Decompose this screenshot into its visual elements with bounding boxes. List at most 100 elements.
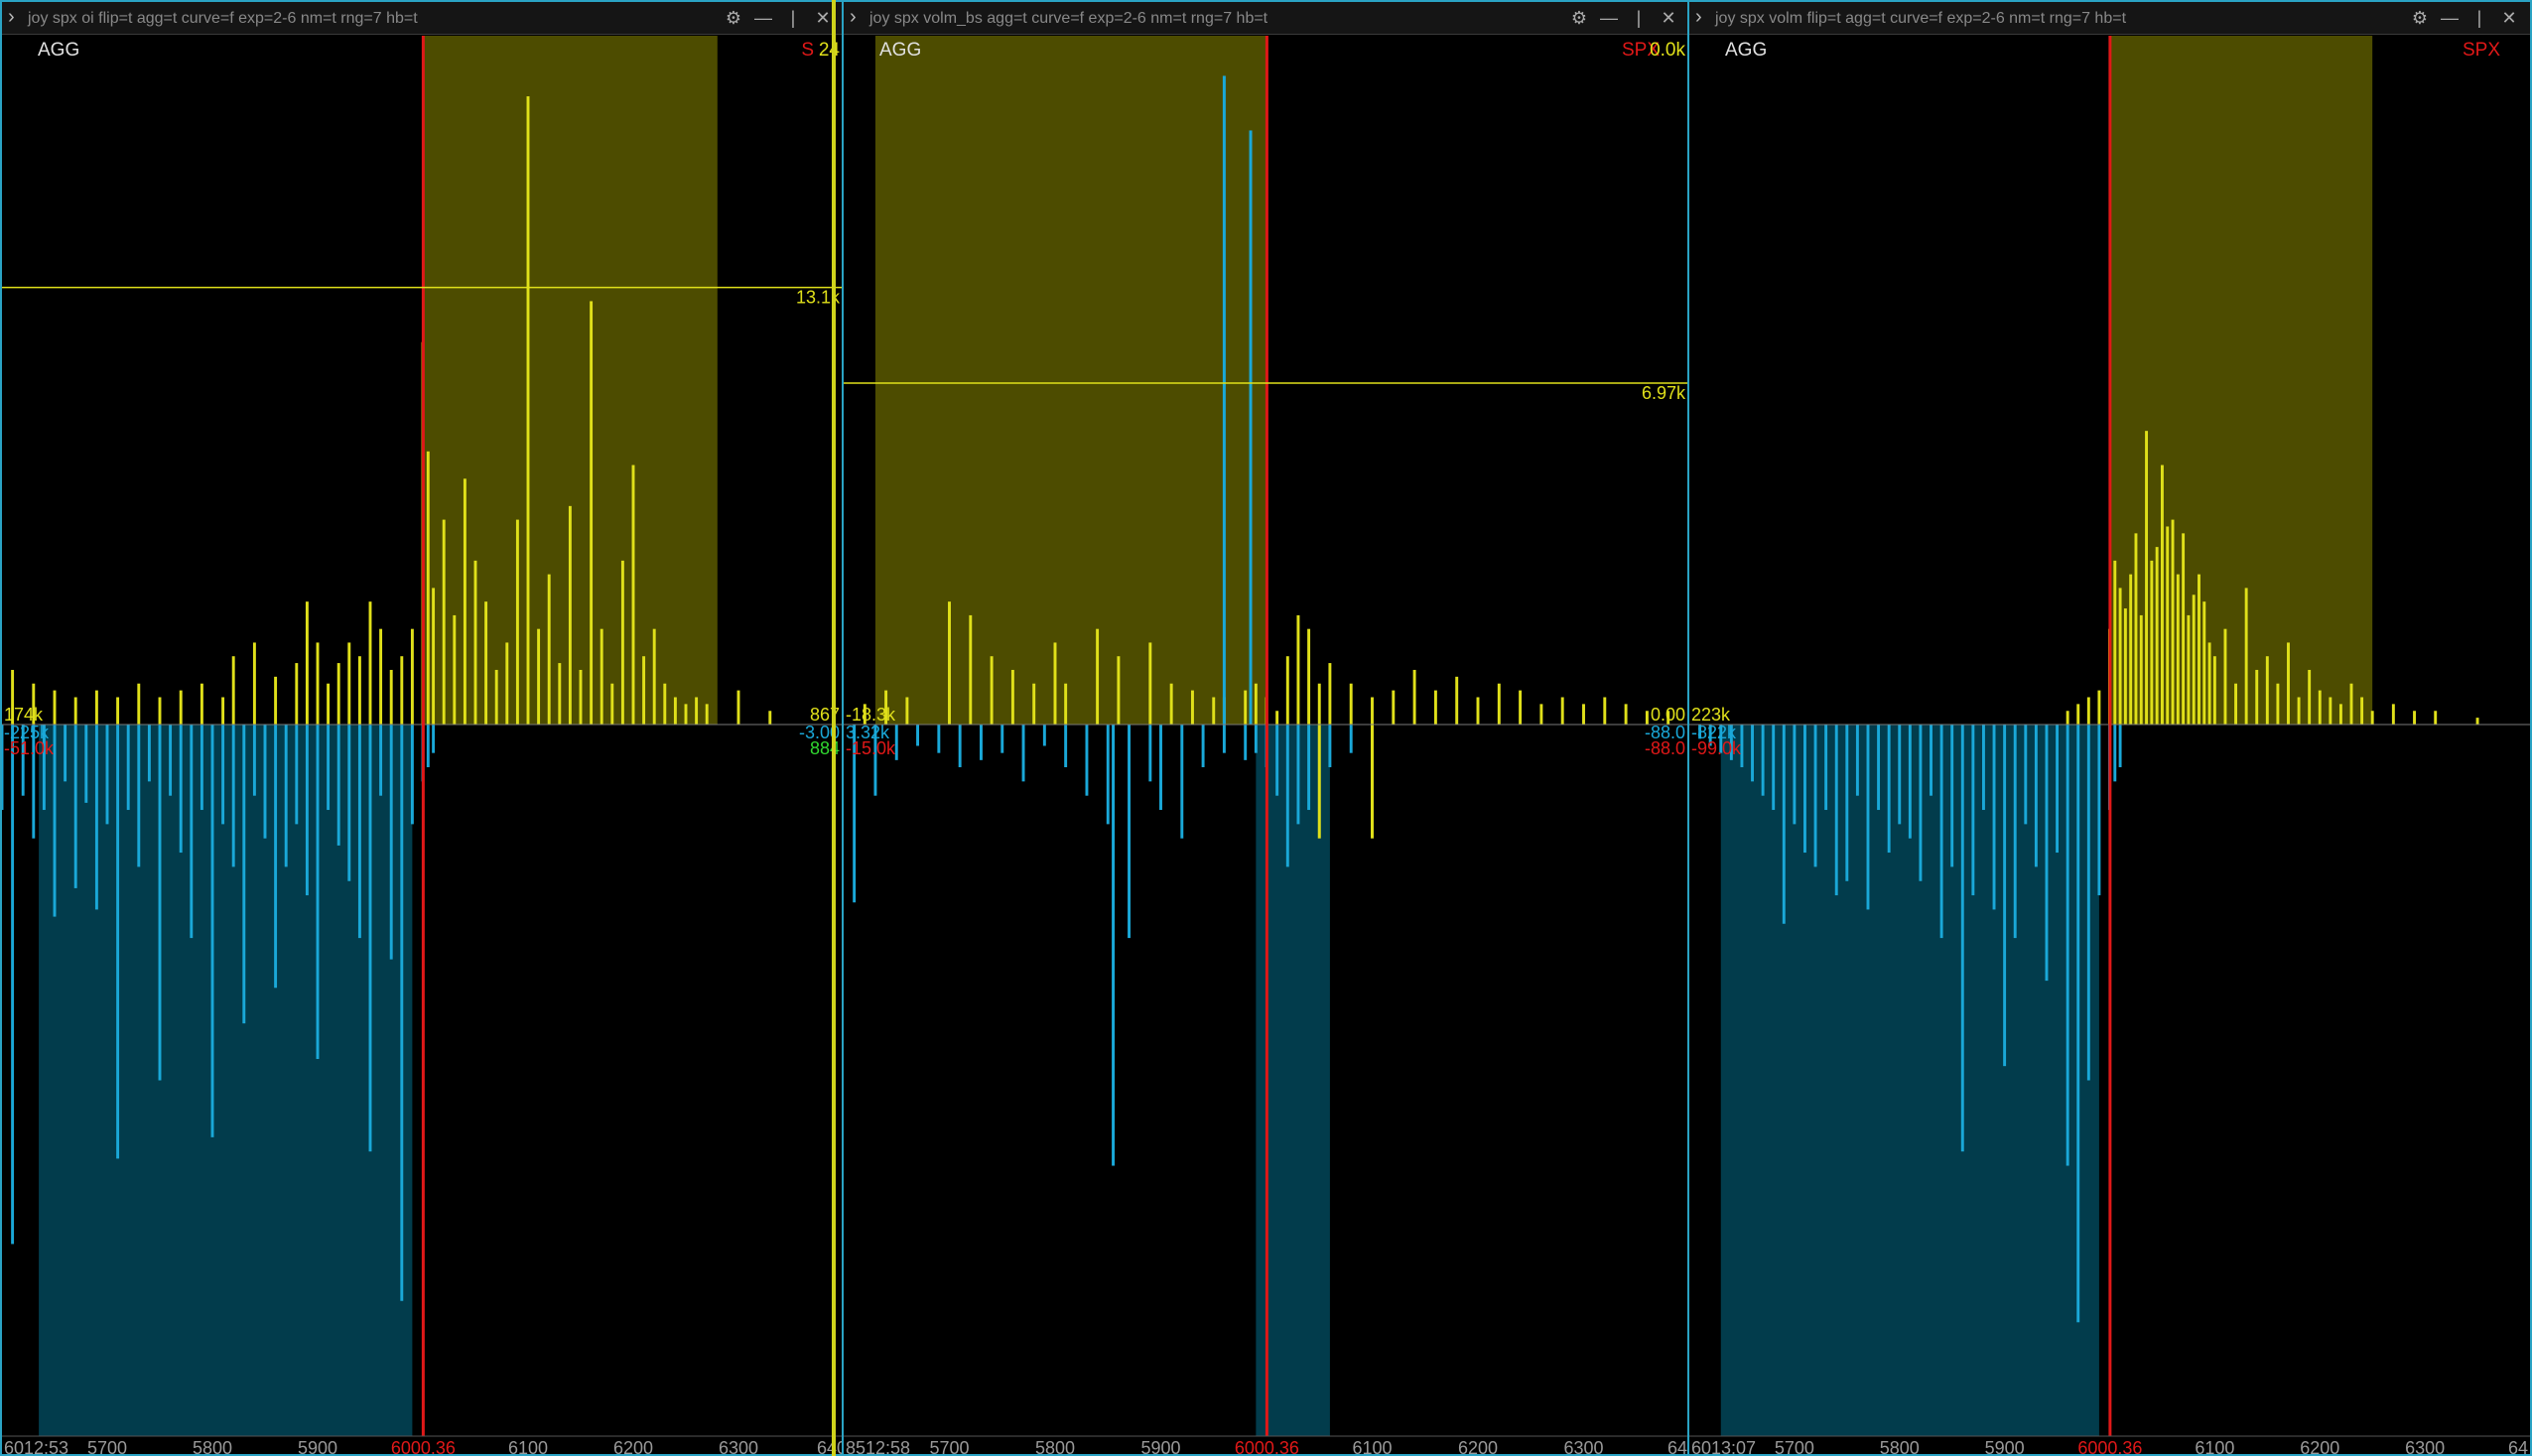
yellow-bar [969, 614, 973, 725]
cyan-bar [2097, 725, 2101, 896]
cyan-bar [147, 725, 151, 782]
price-marker-label: 6000.36 [1235, 1438, 1299, 1456]
yellow-bar [600, 628, 603, 725]
chevron-right-icon[interactable]: › [1695, 6, 1702, 29]
cyan-bar [158, 725, 162, 1081]
yellow-bar [494, 669, 498, 725]
yellow-bar [200, 683, 203, 725]
yellow-bar [2255, 669, 2259, 725]
yellow-bar [1169, 683, 1173, 725]
minimize-icon[interactable]: — [2437, 5, 2463, 31]
cyan-bar [1866, 725, 1870, 910]
yellow-bar [2234, 683, 2238, 725]
cyan-bar [137, 725, 141, 867]
yellow-bar [347, 642, 351, 725]
gear-icon[interactable]: ⚙ [2407, 5, 2433, 31]
yellow-bar [2182, 533, 2186, 725]
yellow-bar [252, 642, 256, 725]
cyan-bar [316, 725, 320, 1059]
yellow-bar [463, 478, 466, 725]
split-icon[interactable]: | [2466, 5, 2492, 31]
cyan-bar [400, 725, 404, 1301]
cyan-bar [958, 725, 962, 768]
yellow-bar [2134, 533, 2138, 725]
x-tick-label: 6300 [2405, 1438, 2445, 1456]
chevron-right-icon[interactable]: › [850, 6, 857, 29]
cyan-bar [179, 725, 183, 854]
cyan-bar [1834, 725, 1838, 896]
split-icon[interactable]: | [1626, 5, 1652, 31]
x-tick-label: 5800 [1880, 1438, 1920, 1456]
yellow-bar [1285, 656, 1289, 725]
split-icon[interactable]: | [780, 5, 806, 31]
yellow-bar [2391, 704, 2395, 725]
cyan-bar [1939, 725, 1943, 939]
minimize-icon[interactable]: — [750, 5, 776, 31]
yellow-bar [1148, 642, 1152, 725]
x-tick-label: 6200 [613, 1438, 653, 1456]
yellow-bar [1603, 697, 1607, 725]
agg-label: AGG [38, 40, 79, 61]
lower-range-band [39, 725, 413, 1436]
cyan-bar [1296, 725, 1300, 825]
panel-title[interactable]: joy spx volm_bs agg=t curve=f exp=2-6 nm… [869, 10, 1267, 28]
yellow-bar [1519, 690, 1523, 725]
panel-title[interactable]: joy spx volm flip=t agg=t curve=f exp=2-… [1715, 10, 2126, 28]
cyan-bar [305, 725, 309, 896]
yellow-bar [2129, 574, 2133, 725]
close-icon[interactable]: ✕ [1656, 5, 1681, 31]
cyan-bar [1085, 725, 1089, 796]
cyan-bar [2056, 725, 2060, 854]
yellow-bar [2198, 574, 2200, 725]
yellow-bar [400, 656, 404, 725]
yellow-bar [442, 519, 446, 725]
cyan-bar [937, 725, 941, 753]
cyan-bar [242, 725, 246, 1024]
cyan-bar [916, 725, 920, 746]
symbol-label: SPX [2463, 40, 2500, 61]
yellow-bar [473, 560, 477, 725]
cyan-bar [1887, 725, 1891, 854]
yellow-bar [2066, 711, 2069, 725]
gear-icon[interactable]: ⚙ [721, 5, 746, 31]
yellow-bar [526, 96, 530, 726]
x-tick-label: 6100 [2195, 1438, 2234, 1456]
cyan-bar [2013, 725, 2017, 939]
yellow-bar [2113, 560, 2117, 725]
cyan-bar [389, 725, 393, 960]
x-tick-label: 5700 [929, 1438, 969, 1456]
x-tick-label: 6100 [508, 1438, 548, 1456]
panel-divider[interactable] [832, 0, 836, 1456]
yellow-bar [2118, 588, 2122, 725]
yellow-bar [2475, 718, 2479, 725]
tall-bar [1222, 75, 1226, 725]
yellow-bar [432, 588, 436, 725]
panel-title[interactable]: joy spx oi flip=t agg=t curve=f exp=2-6 … [28, 10, 418, 28]
yellow-bar [1349, 683, 1353, 725]
yellow-bar [2097, 690, 2101, 725]
gear-icon[interactable]: ⚙ [1566, 5, 1592, 31]
chevron-right-icon[interactable]: › [8, 6, 15, 29]
yellow-bar [642, 656, 646, 725]
yellow-bar [2360, 697, 2364, 725]
cyan-bar [169, 725, 173, 796]
yellow-bar [2176, 574, 2180, 725]
x-tick-label: 6300 [1563, 1438, 1603, 1456]
x-tick-label: 5800 [1035, 1438, 1075, 1456]
yellow-bar [2434, 711, 2438, 725]
cyan-bar [1981, 725, 1985, 811]
yellow-bar [610, 683, 614, 725]
yellow-bar [94, 690, 98, 725]
top-value-label: 0.0k [1650, 40, 1685, 61]
yellow-bar [1275, 711, 1279, 725]
yellow-bar [2192, 595, 2196, 725]
yellow-bar [1455, 676, 1459, 725]
yellow-bar [274, 676, 278, 725]
close-icon[interactable]: ✕ [2496, 5, 2522, 31]
yellow-bar [295, 663, 299, 725]
yellow-bar [1392, 690, 1396, 725]
agg-label: AGG [879, 40, 921, 61]
yellow-bar [2171, 519, 2175, 725]
minimize-icon[interactable]: — [1596, 5, 1622, 31]
cyan-bar [1772, 725, 1776, 811]
